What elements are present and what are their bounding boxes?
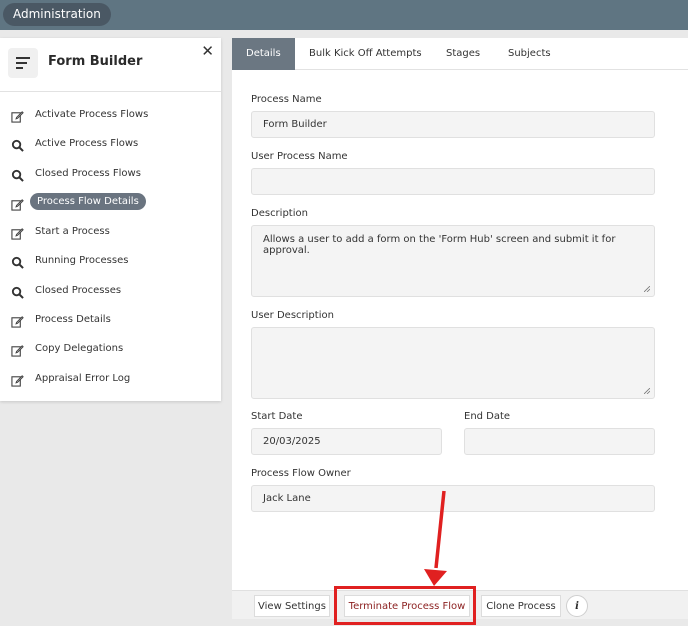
annotation-arrow-icon [424, 490, 447, 586]
